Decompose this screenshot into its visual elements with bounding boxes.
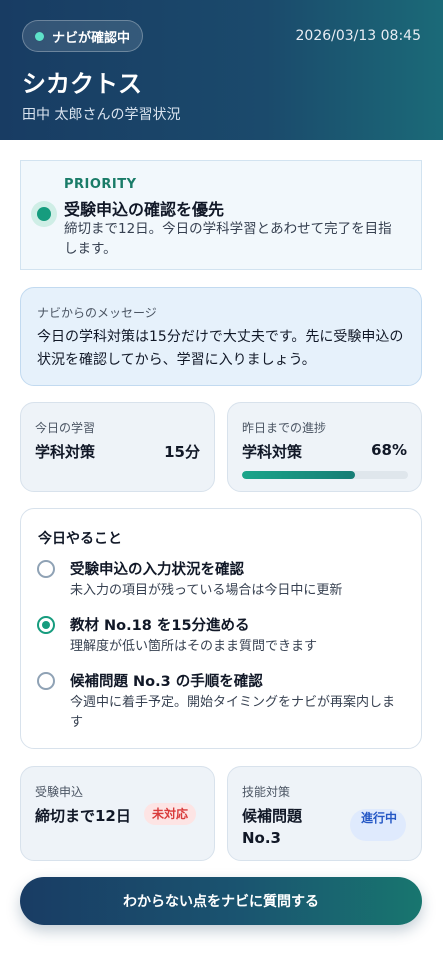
exam-application-label: 受験申込 — [35, 785, 84, 799]
navi-message-text: 今日の学科対策は15分だけで大丈夫です。先に受験申込の状況を確認してから、学習に… — [37, 329, 404, 368]
task-radio[interactable] — [37, 672, 55, 690]
today-study-subject: 学科対策 — [35, 443, 96, 461]
current-datetime: 2026/03/13 08:45 — [295, 28, 422, 44]
task-description: 今週中に着手予定。開始タイミングをナビが再案内します — [70, 695, 396, 730]
navi-status-badge: ナビが確認中 — [22, 20, 144, 52]
user-study-status: 田中 太郎さんの学習状況 — [22, 107, 181, 123]
header: ナビが確認中 2026/03/13 08:45 シカクトス 田中 太郎さんの学習… — [0, 0, 443, 140]
skill-practice-problem: 候補問題 No.3 — [242, 807, 303, 847]
task-description: 未入力の項目が残っている場合は今日中に更新 — [70, 583, 343, 598]
ask-navi-button[interactable]: わからない点をナビに質問する — [20, 877, 422, 925]
status-badge-pending: 未対応 — [144, 803, 197, 825]
status-badge-in-progress: 進行中 — [350, 809, 406, 841]
progress-label: 昨日までの進捗 — [242, 421, 327, 435]
todo-card: 今日やること 受験申込の入力状況を確認 未入力の項目が残っている場合は今日中に更… — [20, 508, 422, 749]
task-description: 理解度が低い箇所はそのまま質問できます — [70, 639, 318, 654]
navi-message-card: ナビからのメッセージ 今日の学科対策は15分だけで大丈夫です。先に受験申込の状況… — [20, 287, 422, 386]
priority-label: PRIORITY — [64, 177, 137, 192]
task-title: 受験申込の入力状況を確認 — [70, 562, 244, 578]
progress-percent: 68% — [371, 441, 407, 459]
today-study-duration: 15分 — [164, 443, 200, 461]
task-title: 候補問題 No.3 の手順を確認 — [70, 674, 263, 690]
progress-card[interactable]: 昨日までの進捗 学科対策 68% — [227, 402, 422, 492]
skill-practice-label: 技能対策 — [242, 785, 291, 799]
status-dot-icon — [35, 31, 44, 41]
exam-application-deadline: 締切まで12日 — [35, 807, 131, 825]
progress-bar-fill — [242, 471, 355, 479]
today-study-label: 今日の学習 — [35, 421, 96, 435]
skill-practice-card[interactable]: 技能対策 候補問題 No.3 進行中 — [227, 766, 422, 861]
exam-application-card[interactable]: 受験申込 締切まで12日 未対応 — [20, 766, 215, 861]
today-study-card[interactable]: 今日の学習 学科対策 15分 — [20, 402, 215, 492]
priority-card[interactable]: PRIORITY 受験申込の確認を優先 締切まで12日。今日の学科学習とあわせて… — [20, 160, 422, 270]
task-radio[interactable] — [37, 560, 55, 578]
task-radio-checked[interactable] — [37, 616, 55, 634]
task-title: 教材 No.18 を15分進める — [70, 618, 250, 634]
priority-title: 受験申込の確認を優先 — [64, 200, 225, 219]
todo-title: 今日やること — [38, 531, 122, 547]
navi-status-label: ナビが確認中 — [52, 30, 131, 46]
progress-bar — [242, 471, 408, 479]
app-screen: ナビが確認中 2026/03/13 08:45 シカクトス 田中 太郎さんの学習… — [0, 0, 443, 960]
app-title: シカクトス — [22, 70, 142, 98]
progress-subject: 学科対策 — [242, 443, 303, 461]
priority-description: 締切まで12日。今日の学科学習とあわせて完了を目指します。 — [64, 221, 392, 257]
navi-message-label: ナビからのメッセージ — [37, 306, 157, 320]
priority-indicator-icon — [31, 201, 57, 227]
